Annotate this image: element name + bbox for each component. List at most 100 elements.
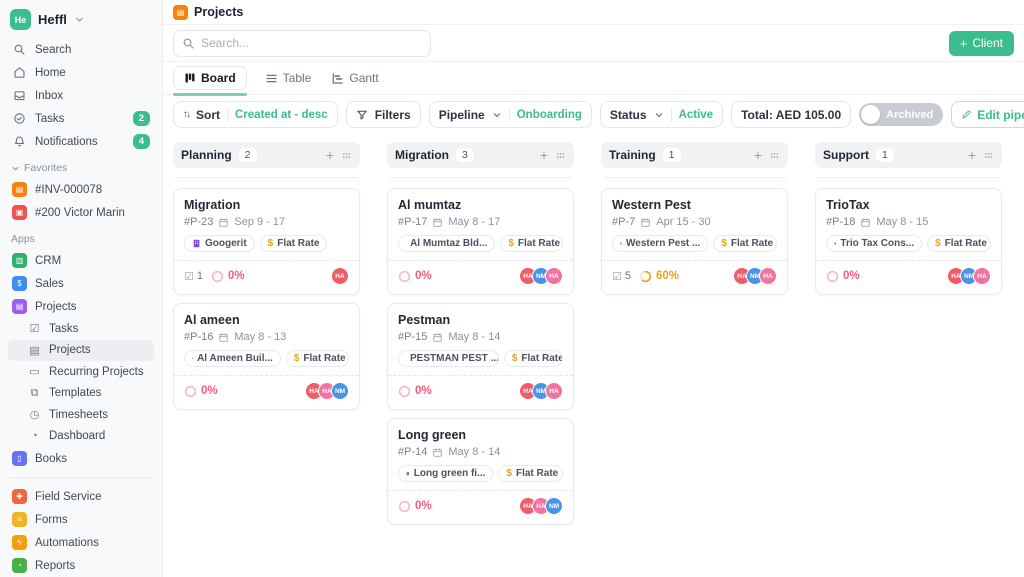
project-card[interactable]: Migration #P-23 Sep 9 - 17 Googerit $ [173, 188, 360, 295]
add-card-icon[interactable]: + [540, 148, 548, 162]
sidebar-item-notifications[interactable]: Notifications 4 [8, 130, 154, 153]
rate-tag[interactable]: $ Flat Rate [504, 350, 563, 367]
add-client-button[interactable]: + Client [949, 31, 1014, 56]
status-value: Active [679, 109, 714, 121]
drag-handle-icon[interactable] [341, 150, 352, 161]
project-card[interactable]: Al ameen #P-16 May 8 - 13 Al Ameen Buil.… [173, 303, 360, 410]
rate-tag[interactable]: $ Flat Rate [498, 465, 563, 482]
favorite-item-invoice[interactable]: ▤ #INV-000078 [8, 178, 154, 201]
drag-handle-icon[interactable] [769, 150, 780, 161]
sidebar-item-reports[interactable]: ◔ Reports [8, 554, 154, 577]
tab-gantt[interactable]: Gantt [329, 67, 380, 89]
client-tag[interactable]: Western Pest ... [612, 235, 708, 252]
clock-icon: ◷ [28, 408, 41, 421]
board-toolbar: ↑↓ Sort Created at - desc Filters Pipeli… [163, 95, 1024, 134]
sidebar-item-home[interactable]: Home [8, 61, 154, 84]
rate-tag[interactable]: $ Flat Rate [500, 235, 563, 252]
project-card[interactable]: Al mumtaz #P-17 May 8 - 17 Al Mumtaz Bld… [387, 188, 574, 295]
filters-button[interactable]: Filters [346, 101, 421, 128]
pipeline-select[interactable]: Pipeline Onboarding [429, 101, 592, 128]
card-title: Western Pest [612, 198, 777, 212]
client-tag[interactable]: PESTMAN PEST ... [398, 350, 499, 367]
card-dates: May 8 - 15 [876, 216, 928, 228]
client-tag[interactable]: Al Ameen Buil... [184, 350, 281, 367]
rate-tag[interactable]: $ Flat Rate [713, 235, 777, 252]
sidebar-item-timesheets[interactable]: ◷ Timesheets [8, 404, 154, 426]
card-title: Pestman [398, 313, 563, 327]
sidebar-item-recurring-projects[interactable]: ▭ Recurring Projects [8, 361, 154, 383]
status-select[interactable]: Status Active [600, 101, 723, 128]
column-header: Training 1 + [601, 142, 788, 168]
card-title: Long green [398, 428, 563, 442]
sidebar-item-templates[interactable]: ⧉ Templates [8, 383, 154, 405]
avatar[interactable]: HA [973, 267, 991, 285]
sidebar-item-field-service[interactable]: ✚ Field Service [8, 485, 154, 508]
sidebar-divider [10, 477, 152, 478]
client-tag[interactable]: Long green fi... [398, 465, 493, 482]
sort-button[interactable]: ↑↓ Sort Created at - desc [173, 101, 338, 128]
avatar[interactable]: HA [331, 267, 349, 285]
drag-handle-icon[interactable] [555, 150, 566, 161]
dollar-icon: $ [506, 468, 512, 479]
client-tag[interactable]: Al Mumtaz Bld... [398, 235, 495, 252]
workspace-switcher[interactable]: He Heffl [8, 7, 154, 38]
project-card[interactable]: Pestman #P-15 May 8 - 14 PESTMAN PEST ..… [387, 303, 574, 410]
dollar-icon: $ [935, 238, 941, 249]
sidebar-item-projects[interactable]: ▤ Projects [8, 340, 154, 362]
edit-pipelines-button[interactable]: Edit pipelines [951, 101, 1024, 128]
notifications-count-badge: 4 [133, 134, 150, 150]
avatar-stack: HA NM HA [519, 267, 563, 285]
add-card-icon[interactable]: + [968, 148, 976, 162]
avatar[interactable]: HA [545, 267, 563, 285]
apps-title: Apps [11, 233, 35, 245]
avatar[interactable]: HA [759, 267, 777, 285]
archived-toggle[interactable]: Archived [859, 103, 943, 126]
avatar[interactable]: NM [545, 497, 563, 515]
title-bar: ▤ Projects [163, 0, 1024, 25]
add-card-icon[interactable]: + [326, 148, 334, 162]
progress-indicator: 0% [398, 500, 432, 513]
sidebar-item-tasks[interactable]: Tasks 2 [8, 107, 154, 130]
project-card[interactable]: Western Pest #P-7 Apr 15 - 30 Western Pe… [601, 188, 788, 295]
search-input-wrapper[interactable] [173, 30, 431, 57]
total-amount: Total: AED 105.00 [731, 101, 851, 128]
rate-tag[interactable]: $ Flat Rate [927, 235, 991, 252]
sidebar-item-search[interactable]: Search [8, 38, 154, 61]
sidebar-item-inbox[interactable]: Inbox [8, 84, 154, 107]
card-dates: May 8 - 14 [448, 446, 500, 458]
drag-handle-icon[interactable] [983, 150, 994, 161]
favorite-item-contact[interactable]: ▣ #200 Victor Marin [8, 201, 154, 224]
sidebar-item-sales[interactable]: $ Sales [8, 272, 154, 295]
avatar[interactable]: NM [331, 382, 349, 400]
sidebar-item-projects-app[interactable]: ▤ Projects [8, 295, 154, 318]
rate-tag[interactable]: $ Flat Rate [286, 350, 349, 367]
favorites-title: Favorites [24, 162, 67, 174]
client-tag[interactable]: Trio Tax Cons... [826, 235, 922, 252]
sales-app-icon: $ [12, 276, 27, 291]
tab-board[interactable]: Board [173, 66, 247, 90]
sidebar-item-crm[interactable]: ▥ CRM [8, 249, 154, 272]
sidebar-item-books[interactable]: ▯ Books [8, 447, 154, 470]
divider [227, 108, 228, 122]
project-card[interactable]: Long green #P-14 May 8 - 14 Long green f… [387, 418, 574, 525]
sidebar-item-label: Notifications [35, 136, 98, 148]
rate-tag[interactable]: $ Flat Rate [260, 235, 328, 252]
building-icon [192, 354, 193, 363]
add-card-icon[interactable]: + [754, 148, 762, 162]
avatar[interactable]: HA [545, 382, 563, 400]
building-icon [834, 239, 836, 248]
progress-indicator: 0% [826, 270, 860, 283]
sidebar-item-automations[interactable]: ϟ Automations [8, 531, 154, 554]
sidebar-item-forms[interactable]: ≡ Forms [8, 508, 154, 531]
sidebar-item-project-tasks[interactable]: ☑ Tasks [8, 318, 154, 340]
projects-app-icon: ▤ [12, 299, 27, 314]
task-count: ☑ 5 [612, 270, 631, 283]
page-title: Projects [194, 5, 243, 19]
favorites-section-header[interactable]: Favorites [8, 153, 154, 178]
tab-table[interactable]: Table [263, 67, 314, 89]
sidebar-item-dashboard[interactable]: ◔ Dashboard [8, 426, 154, 448]
progress-ring-icon [826, 270, 839, 283]
project-card[interactable]: TrioTax #P-18 May 8 - 15 Trio Tax Cons..… [815, 188, 1002, 295]
search-input[interactable] [201, 36, 422, 50]
client-tag[interactable]: Googerit [184, 235, 255, 252]
